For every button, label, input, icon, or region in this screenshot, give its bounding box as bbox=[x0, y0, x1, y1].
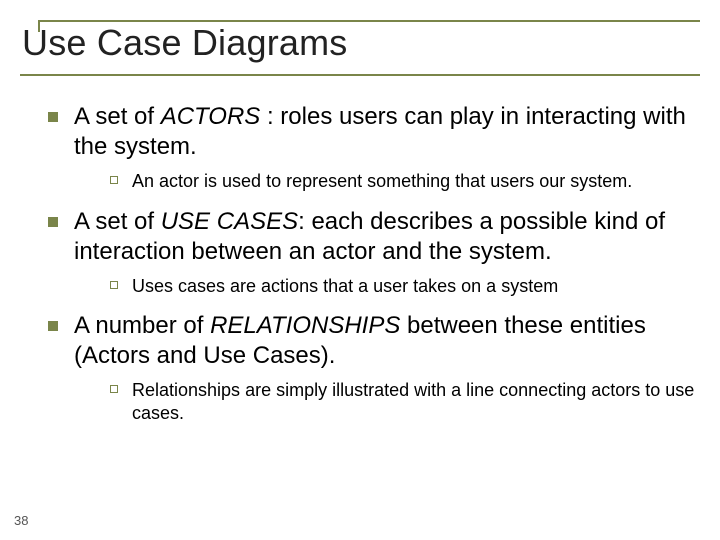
text-em: ACTORS bbox=[161, 103, 261, 130]
square-bullet-icon bbox=[48, 321, 58, 331]
open-square-bullet-icon bbox=[110, 281, 118, 289]
sub-item-text: An actor is used to represent something … bbox=[132, 170, 632, 193]
text-pre: A set of bbox=[74, 103, 161, 130]
open-square-bullet-icon bbox=[110, 385, 118, 393]
text-em: RELATIONSHIPS bbox=[210, 312, 400, 339]
list-item: A number of RELATIONSHIPS between these … bbox=[48, 311, 700, 424]
item-text: A set of USE CASES: each describes a pos… bbox=[74, 207, 700, 267]
slide-title: Use Case Diagrams bbox=[22, 22, 700, 64]
list-item: A set of ACTORS : roles users can play i… bbox=[48, 102, 700, 193]
sub-item-text: Relationships are simply illustrated wit… bbox=[132, 379, 700, 424]
title-rule: Use Case Diagrams bbox=[20, 22, 700, 76]
sub-item: Uses cases are actions that a user takes… bbox=[110, 275, 700, 298]
sub-item-text: Uses cases are actions that a user takes… bbox=[132, 275, 558, 298]
page-number: 38 bbox=[14, 513, 28, 528]
item-text: A set of ACTORS : roles users can play i… bbox=[74, 102, 700, 162]
square-bullet-icon bbox=[48, 217, 58, 227]
text-pre: A number of bbox=[74, 312, 210, 339]
square-bullet-icon bbox=[48, 112, 58, 122]
open-square-bullet-icon bbox=[110, 176, 118, 184]
sub-item: Relationships are simply illustrated wit… bbox=[110, 379, 700, 424]
text-em: USE CASES bbox=[161, 208, 298, 235]
slide: Use Case Diagrams A set of ACTORS : role… bbox=[0, 0, 720, 540]
text-pre: A set of bbox=[74, 208, 161, 235]
item-text: A number of RELATIONSHIPS between these … bbox=[74, 311, 700, 371]
list-item: A set of USE CASES: each describes a pos… bbox=[48, 207, 700, 298]
sub-item: An actor is used to represent something … bbox=[110, 170, 700, 193]
content-area: A set of ACTORS : roles users can play i… bbox=[20, 102, 700, 424]
